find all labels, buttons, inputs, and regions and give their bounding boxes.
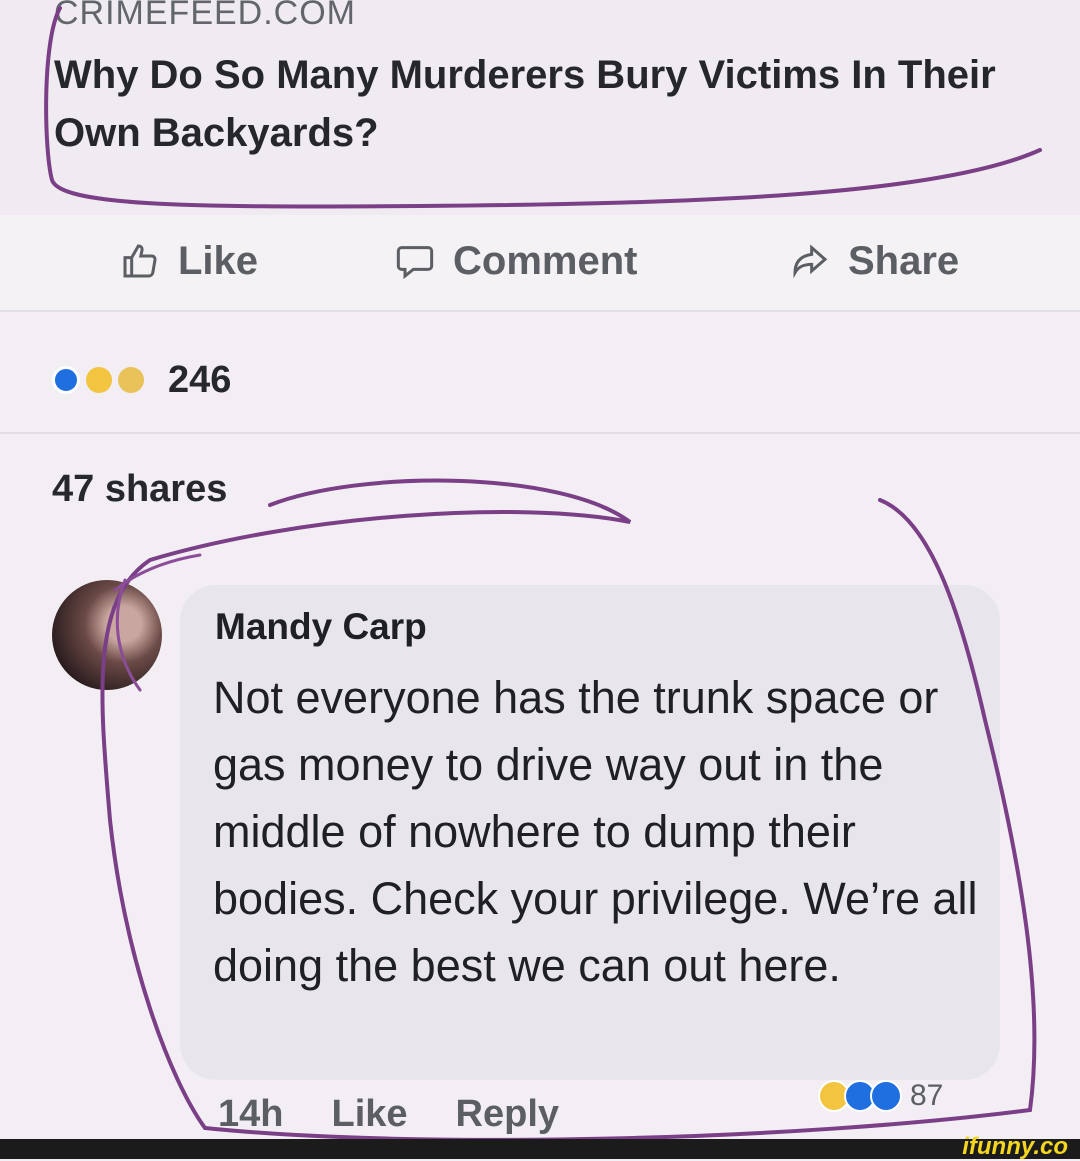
share-button-label: Share [848, 238, 960, 283]
link-domain: CRIMEFEED.COM [54, 0, 356, 32]
comment-button[interactable]: Comment [395, 233, 637, 289]
comment-bubble-icon [396, 246, 434, 280]
comment-author[interactable]: Mandy Carp [215, 606, 427, 648]
comment-like-button[interactable]: Like [331, 1093, 407, 1136]
like-button-label: Like [178, 238, 259, 283]
comment-reactions[interactable]: 87 [818, 1074, 943, 1118]
comment-reaction-count: 87 [910, 1079, 944, 1112]
wow-reaction-icon [86, 367, 112, 393]
post-screenshot: CRIMEFEED.COM Why Do So Many Murderers B… [0, 0, 1080, 1160]
share-arrow-icon [793, 244, 828, 279]
like-button[interactable]: Like [120, 233, 258, 289]
reaction-count: 246 [168, 358, 232, 401]
love-reaction-icon [870, 1080, 902, 1112]
post-action-bar: Like Comment Share [0, 215, 1080, 312]
link-preview[interactable]: CRIMEFEED.COM Why Do So Many Murderers B… [0, 0, 1080, 215]
like-reaction-icon [52, 366, 80, 394]
comment-button-label: Comment [453, 238, 638, 283]
watermark-logo: ifunny.co [962, 1133, 1068, 1160]
comment-reply-button[interactable]: Reply [456, 1093, 559, 1136]
link-title[interactable]: Why Do So Many Murderers Bury Victims In… [54, 46, 1044, 162]
share-button[interactable]: Share [790, 233, 959, 289]
shares-count[interactable]: 47 shares [52, 468, 227, 511]
comment-actions: 14h Like Reply [218, 1088, 607, 1140]
reaction-summary[interactable]: 246 [52, 352, 231, 408]
avatar[interactable] [52, 580, 162, 690]
thumbs-up-icon [123, 244, 157, 278]
footer-strip: ifunny.co [0, 1133, 1080, 1160]
divider [0, 432, 1080, 434]
comment-timestamp[interactable]: 14h [218, 1093, 283, 1136]
haha-reaction-icon [118, 367, 144, 393]
comment-text: Not everyone has the trunk space or gas … [213, 672, 978, 991]
